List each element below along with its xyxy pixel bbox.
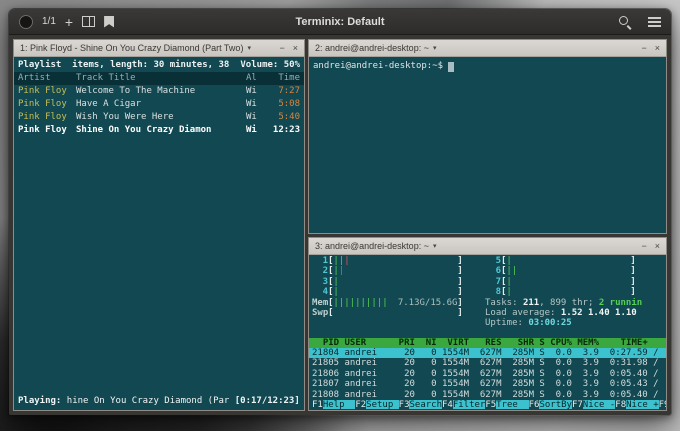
cpu-meter-6: 6[||] — [495, 266, 636, 277]
pane-minimize-button[interactable]: − — [641, 43, 646, 53]
window-title: Terminix: Default — [295, 15, 385, 28]
cpu-meter-5: 5[|] — [495, 256, 636, 266]
fkey-nice-minus[interactable]: F7 Nice - — [572, 400, 616, 409]
panes-container: 1: Pink Floyd - Shine On You Crazy Diamo… — [9, 35, 671, 415]
shell-terminal[interactable]: andrei@andrei-desktop:~$ — [309, 57, 666, 233]
session-indicator: 1/1 — [42, 16, 56, 27]
pane-close-button[interactable]: × — [655, 43, 660, 53]
fkey-sortby[interactable]: F6 SortBy — [529, 400, 572, 409]
playing-label: Playing: — [18, 396, 62, 406]
cpu-meter-1: 1[|||] — [322, 256, 463, 266]
menu-icon[interactable] — [648, 16, 661, 27]
playlist-status-line: Playlist items, length: 30 minutes, 38 V… — [18, 59, 300, 72]
process-row: 21806 andrei 20 0 1554M 627M 285M S 0.0 3.9 0:05.4… — [312, 368, 659, 379]
process-row: 21805 andrei 20 0 1554M 627M 285M S 0.0 3.9 0:31.9… — [312, 358, 659, 369]
pane-htop-titlebar[interactable]: 3: andrei@andrei-desktop: ~ ▾ − × — [309, 238, 666, 255]
pane-music-title: 1: Pink Floyd - Shine On You Crazy Diamo… — [20, 43, 244, 53]
chevron-down-icon[interactable]: ▾ — [433, 242, 437, 250]
tasks-summary: Tasks: 211, 899 thr; 2 running — [485, 297, 642, 308]
pane-htop-title: 3: andrei@andrei-desktop: ~ — [315, 241, 429, 251]
terminix-window: 1/1 + Terminix: Default 1: Pink Floyd - … — [8, 8, 672, 416]
right-column: 2: andrei@andrei-desktop: ~ ▾ − × andrei… — [308, 39, 667, 411]
music-terminal[interactable]: Playlist items, length: 30 minutes, 38 V… — [14, 57, 304, 410]
fkey-tree[interactable]: F5 Tree — [485, 400, 529, 409]
pane-music-titlebar[interactable]: 1: Pink Floyd - Shine On You Crazy Diamo… — [14, 40, 304, 57]
track-row: Pink Floy Have A Cigar Wi 5:08 — [18, 99, 300, 109]
new-session-plus-icon[interactable]: + — [65, 15, 73, 29]
playing-track: hine On You Crazy Diamond (Par — [61, 396, 235, 406]
shell-prompt: andrei@andrei-desktop:~$ — [313, 61, 444, 71]
cpu-meter-8: 8[|] — [495, 287, 636, 298]
pane-music: 1: Pink Floyd - Shine On You Crazy Diamo… — [13, 39, 305, 411]
playlist-summary: Playlist items, length: 30 minutes, 38 — [18, 60, 230, 70]
load-average: Load average: 1.52 1.40 1.10 — [485, 307, 637, 318]
memory-meter: Mem[|||||||||| 7.13G/15.6G] — [312, 297, 463, 308]
bookmark-icon[interactable] — [104, 15, 115, 28]
swap-meter: Swp[] — [312, 307, 463, 318]
search-icon[interactable] — [618, 15, 632, 29]
fkey-filter[interactable]: F4 Filter — [442, 400, 486, 409]
pane-shell-title: 2: andrei@andrei-desktop: ~ — [315, 43, 429, 53]
sessions-button[interactable] — [19, 14, 33, 29]
column-time: Time — [278, 73, 300, 83]
pane-close-button[interactable]: × — [655, 241, 660, 251]
split-pane-icon[interactable] — [82, 16, 96, 27]
fkey-help[interactable]: F1 Help — [312, 400, 356, 409]
window-titlebar[interactable]: 1/1 + Terminix: Default — [9, 9, 671, 35]
fkey-setup[interactable]: F2 Setup — [355, 400, 399, 409]
playing-time: [0:17/12:23] — [234, 396, 300, 406]
uptime: Uptime: 03:00:25 — [485, 318, 572, 329]
htop-terminal[interactable]: 1[|||] 5[|] 2[||] 6[||] 3 [|] 7 [|] … — [309, 255, 666, 410]
track-row-selected: Pink Floy Shine On You Crazy Diamon Wi 1… — [18, 125, 300, 135]
column-album: Al — [246, 73, 257, 83]
chevron-down-icon[interactable]: ▾ — [433, 44, 437, 52]
process-row: 21808 andrei 20 0 1554M 627M 285M S 0.0 3.9 0:05.4… — [312, 389, 659, 400]
terminal-cursor — [448, 61, 455, 72]
volume-indicator: Volume: 50% — [240, 60, 300, 70]
fkey-nice-plus[interactable]: F8 Nice + — [615, 400, 659, 409]
cpu-meter-2: 2[||] — [322, 266, 463, 277]
process-row: 21807 andrei 20 0 1554M 627M 285M S 0.0 3.9 0:05.4… — [312, 379, 659, 390]
pane-shell: 2: andrei@andrei-desktop: ~ ▾ − × andrei… — [308, 39, 667, 234]
pane-minimize-button[interactable]: − — [279, 43, 284, 53]
fkey-search[interactable]: F3 Search — [399, 400, 442, 409]
pane-shell-titlebar[interactable]: 2: andrei@andrei-desktop: ~ ▾ − × — [309, 40, 666, 57]
process-row-selected: 21804 andrei 20 0 1554M 627M 285M S 0.0 3.9 0:27.5… — [309, 348, 666, 359]
pane-minimize-button[interactable]: − — [641, 241, 646, 251]
cpu-meter-4: 4[|] — [322, 287, 463, 298]
playlist-column-headers: Artist Track Title Al Time — [14, 72, 304, 85]
chevron-down-icon[interactable]: ▾ — [247, 44, 251, 52]
track-row: Pink Floy Wish You Were Here Wi 5:40 — [18, 112, 300, 122]
column-title: Track Title — [76, 73, 136, 83]
htop-function-key-bar: F1 Help F2 Setup F3 Search F4 Filter F5 Tree … — [309, 400, 666, 409]
pane-close-button[interactable]: × — [293, 43, 298, 53]
cpu-meter-3: 3[|] — [322, 276, 463, 287]
fkey-kill[interactable]: F9Kill — [659, 400, 666, 409]
cpu-meter-7: 7[|] — [495, 276, 636, 287]
desktop-wallpaper: 1/1 + Terminix: Default 1: Pink Floyd - … — [0, 0, 680, 431]
pane-htop: 3: andrei@andrei-desktop: ~ ▾ − × 1[|||] — [308, 237, 667, 411]
now-playing-line: Playing: hine On You Crazy Diamond (Par … — [18, 395, 300, 408]
process-table-header[interactable]: PID USER PRI NI VIRT RES SHR S CPU% MEM% TIME+ — [309, 337, 666, 349]
track-row: Pink Floy Welcome To The Machine Wi 7:27 — [18, 86, 300, 96]
column-artist: Artist — [18, 73, 51, 83]
